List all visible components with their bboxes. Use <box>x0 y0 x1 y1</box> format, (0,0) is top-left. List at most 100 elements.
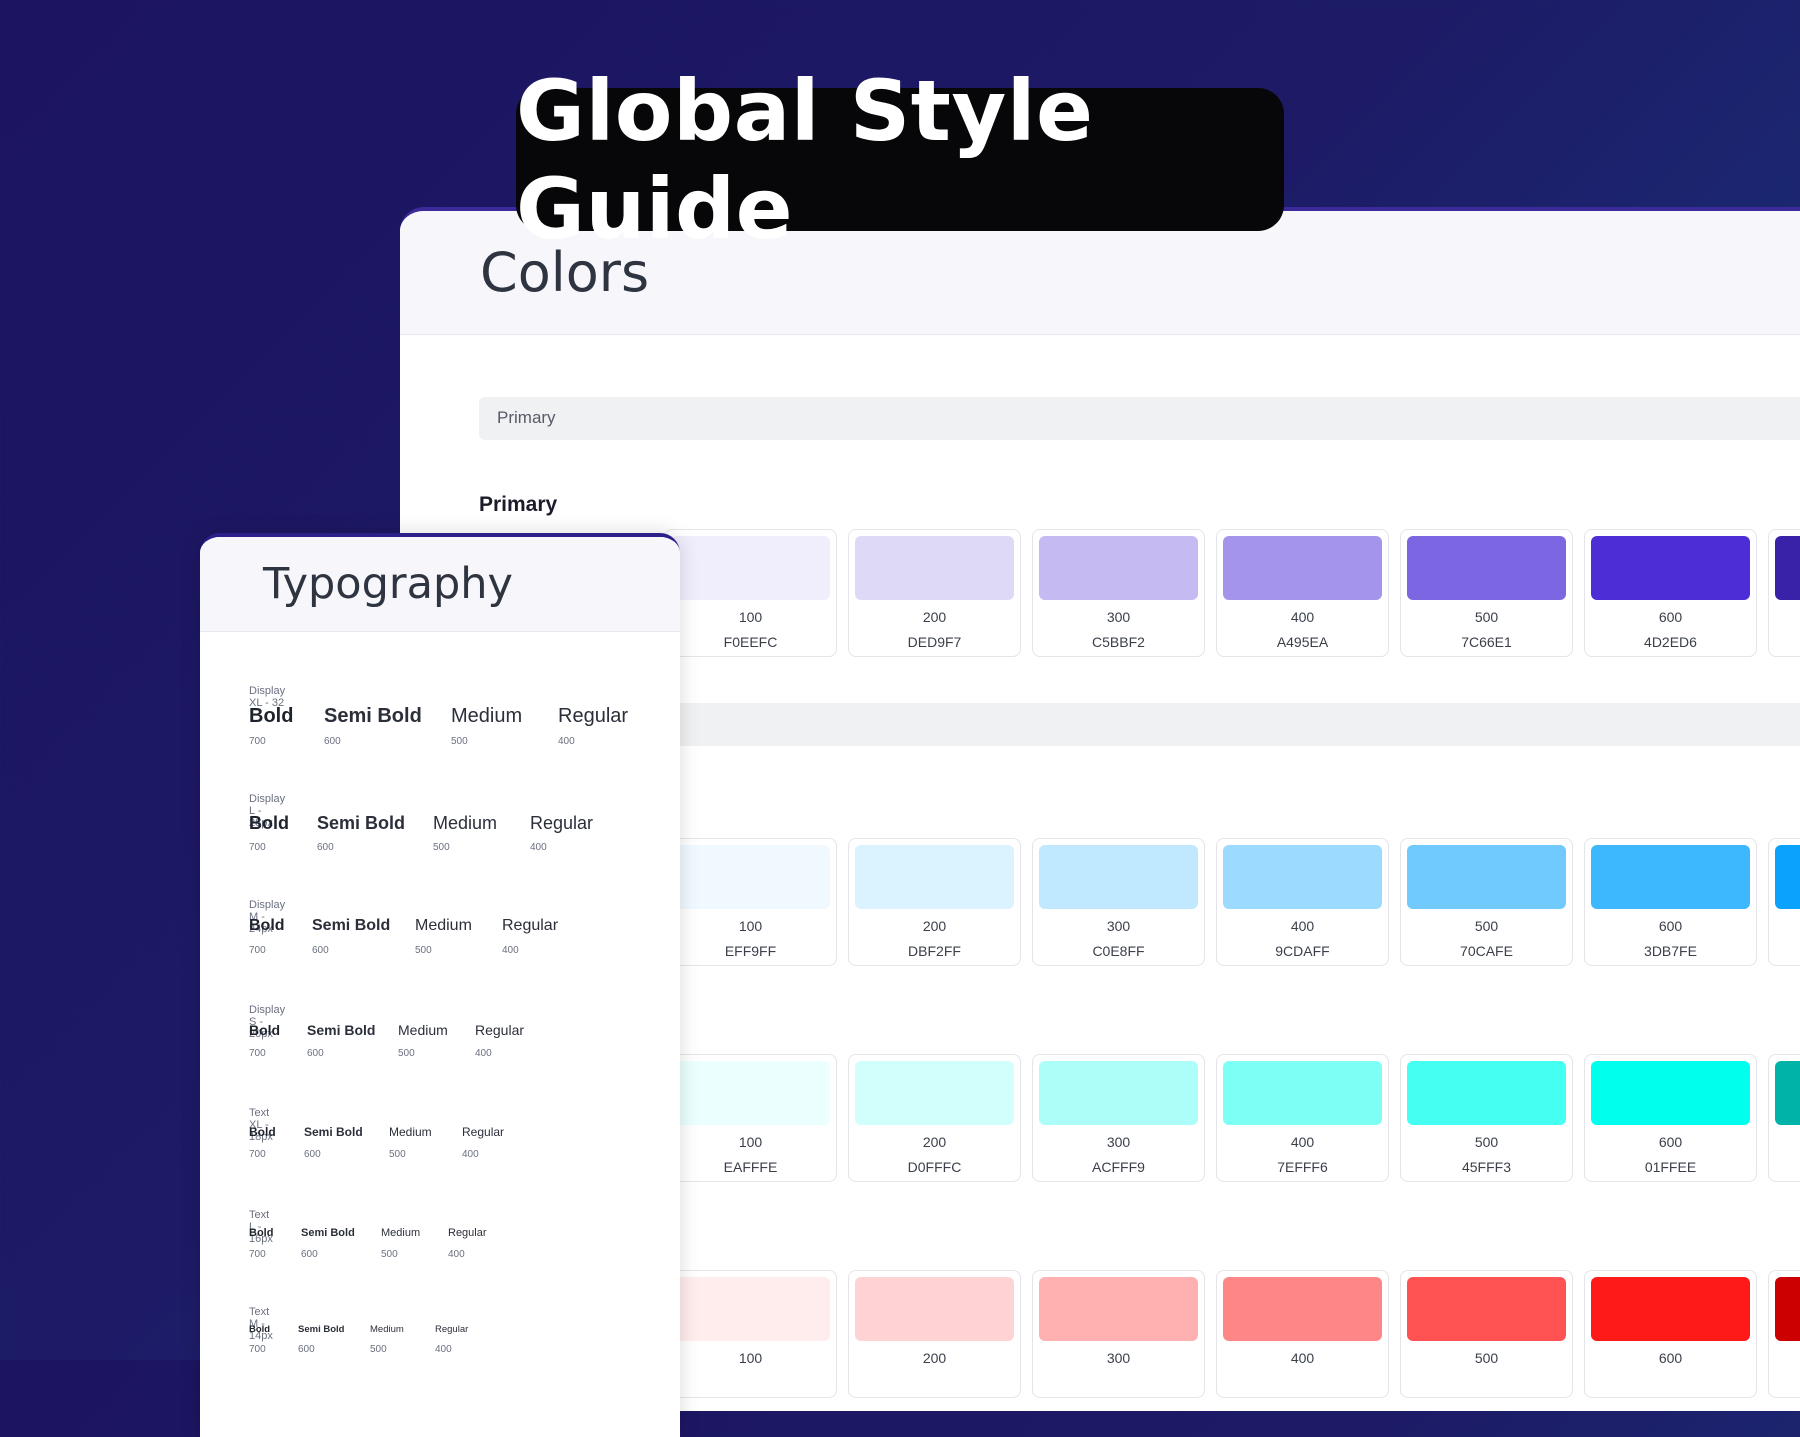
color-swatch <box>1223 1061 1382 1125</box>
color-swatch <box>855 845 1014 909</box>
typography-header: Typography <box>200 537 680 632</box>
color-swatch-card[interactable] <box>1768 838 1800 966</box>
font-weight-name: Medium <box>389 1125 432 1139</box>
swatch-step: 600 <box>1658 918 1683 934</box>
color-swatch-card[interactable]: 100 EAFFFE <box>664 1054 837 1182</box>
color-swatch-card[interactable]: 100 EFF9FF <box>664 838 837 966</box>
color-swatch-card[interactable]: 100 F0EEFC <box>664 529 837 657</box>
font-weight-sample: Semi Bold 600 <box>304 1125 363 1160</box>
font-weight-sample: Semi Bold 600 <box>317 813 406 853</box>
font-weight-value: 700 <box>249 1048 266 1059</box>
color-swatch <box>671 1061 830 1125</box>
color-swatch-card[interactable]: 200 DED9F7 <box>848 529 1021 657</box>
color-swatch <box>1223 845 1382 909</box>
swatch-step: 100 <box>738 609 763 625</box>
font-weight-name: Bold <box>249 1022 281 1038</box>
color-swatch-card[interactable]: 300 ACFFF9 <box>1032 1054 1205 1182</box>
font-weight-value: 500 <box>415 945 432 956</box>
color-swatch-card[interactable]: 500 7C66E1 <box>1400 529 1573 657</box>
swatch-step: 400 <box>1290 1350 1315 1366</box>
color-swatch <box>1039 536 1198 600</box>
font-weight-name: Semi Bold <box>324 705 422 727</box>
color-swatch-card[interactable]: 400 7EFFF6 <box>1216 1054 1389 1182</box>
font-weight-name: Medium <box>398 1022 448 1038</box>
color-swatch <box>1223 1277 1382 1341</box>
color-swatch <box>1775 845 1800 909</box>
font-weight-sample: Bold 700 <box>249 705 293 747</box>
font-weight-value: 500 <box>381 1249 398 1260</box>
font-weight-sample: Regular 400 <box>448 1227 487 1260</box>
color-swatch-card[interactable]: 500 45FFF3 <box>1400 1054 1573 1182</box>
font-weight-sample: Medium 500 <box>370 1324 404 1355</box>
font-weight-sample: Regular 400 <box>530 813 593 853</box>
color-swatch-card[interactable] <box>1768 1054 1800 1182</box>
font-weight-value: 600 <box>312 945 329 956</box>
font-weight-name: Medium <box>433 813 498 833</box>
color-swatch-card[interactable]: 400 <box>1216 1270 1389 1398</box>
font-weight-sample: Regular 400 <box>475 1022 525 1059</box>
typography-title: Typography <box>263 559 513 609</box>
font-weight-value: 700 <box>249 945 266 956</box>
primary-filter-bar[interactable]: Primary <box>479 397 1800 440</box>
color-swatch-card[interactable]: 600 01FFEE <box>1584 1054 1757 1182</box>
color-swatch-card[interactable]: 300 <box>1032 1270 1205 1398</box>
font-weight-sample: Regular 400 <box>462 1125 504 1160</box>
color-swatch-card[interactable] <box>1768 1270 1800 1398</box>
font-weight-name: Semi Bold <box>317 813 406 833</box>
swatch-step: 600 <box>1658 1134 1683 1150</box>
color-swatch-card[interactable]: 100 <box>664 1270 837 1398</box>
swatch-step: 300 <box>1106 609 1131 625</box>
font-weight-value: 400 <box>530 842 547 853</box>
swatch-hex: ACFFF9 <box>1092 1159 1145 1175</box>
color-swatch-card[interactable]: 300 C5BBF2 <box>1032 529 1205 657</box>
font-weight-name: Semi Bold <box>301 1227 355 1239</box>
swatch-step: 200 <box>922 1134 947 1150</box>
color-swatch-card[interactable]: 600 <box>1584 1270 1757 1398</box>
font-weight-name: Regular <box>475 1022 525 1038</box>
swatch-step: 500 <box>1474 1350 1499 1366</box>
color-swatch <box>1407 1277 1566 1341</box>
color-swatch-card[interactable]: 400 A495EA <box>1216 529 1389 657</box>
color-swatch <box>1591 1277 1750 1341</box>
color-swatch-card[interactable]: 500 <box>1400 1270 1573 1398</box>
color-swatch-card[interactable]: 600 3DB7FE <box>1584 838 1757 966</box>
font-weight-value: 700 <box>249 1249 266 1260</box>
font-weight-value: 400 <box>475 1048 492 1059</box>
font-weight-name: Medium <box>451 705 523 727</box>
font-weight-value: 400 <box>462 1149 479 1160</box>
color-swatch-card[interactable]: 500 70CAFE <box>1400 838 1573 966</box>
color-swatch-card[interactable]: 400 9CDAFF <box>1216 838 1389 966</box>
font-weight-sample: Semi Bold 600 <box>307 1022 376 1059</box>
swatch-step: 300 <box>1106 1350 1131 1366</box>
color-swatch-card[interactable]: 200 <box>848 1270 1021 1398</box>
color-swatch-card[interactable] <box>1768 529 1800 657</box>
font-weight-value: 400 <box>502 945 519 956</box>
font-weight-name: Semi Bold <box>298 1324 345 1335</box>
font-weight-sample: Regular 400 <box>502 917 558 956</box>
color-swatch <box>1775 536 1800 600</box>
font-weight-name: Semi Bold <box>307 1022 376 1038</box>
swatch-step: 100 <box>738 1350 763 1366</box>
font-weight-sample: Semi Bold 600 <box>301 1227 355 1260</box>
swatch-step: 400 <box>1290 1134 1315 1150</box>
color-swatch <box>1039 1277 1198 1341</box>
color-swatch <box>1591 536 1750 600</box>
font-weight-sample: Regular 400 <box>558 705 628 747</box>
color-swatch <box>1591 1061 1750 1125</box>
color-swatch-card[interactable]: 200 D0FFFC <box>848 1054 1021 1182</box>
swatch-step: 100 <box>738 918 763 934</box>
font-weight-sample: Medium 500 <box>451 705 523 747</box>
font-weight-value: 500 <box>433 842 450 853</box>
color-swatch-card[interactable]: 600 4D2ED6 <box>1584 529 1757 657</box>
color-swatch-card[interactable]: 200 DBF2FF <box>848 838 1021 966</box>
font-weight-value: 400 <box>558 736 575 747</box>
font-weight-value: 700 <box>249 1149 266 1160</box>
font-weight-value: 500 <box>389 1149 406 1160</box>
font-weight-name: Medium <box>381 1227 421 1239</box>
swatch-step: 300 <box>1106 918 1131 934</box>
swatch-step: 400 <box>1290 918 1315 934</box>
swatch-step: 200 <box>922 918 947 934</box>
section-label-primary: Primary <box>479 493 558 516</box>
color-swatch-card[interactable]: 300 C0E8FF <box>1032 838 1205 966</box>
font-weight-value: 600 <box>298 1344 315 1355</box>
